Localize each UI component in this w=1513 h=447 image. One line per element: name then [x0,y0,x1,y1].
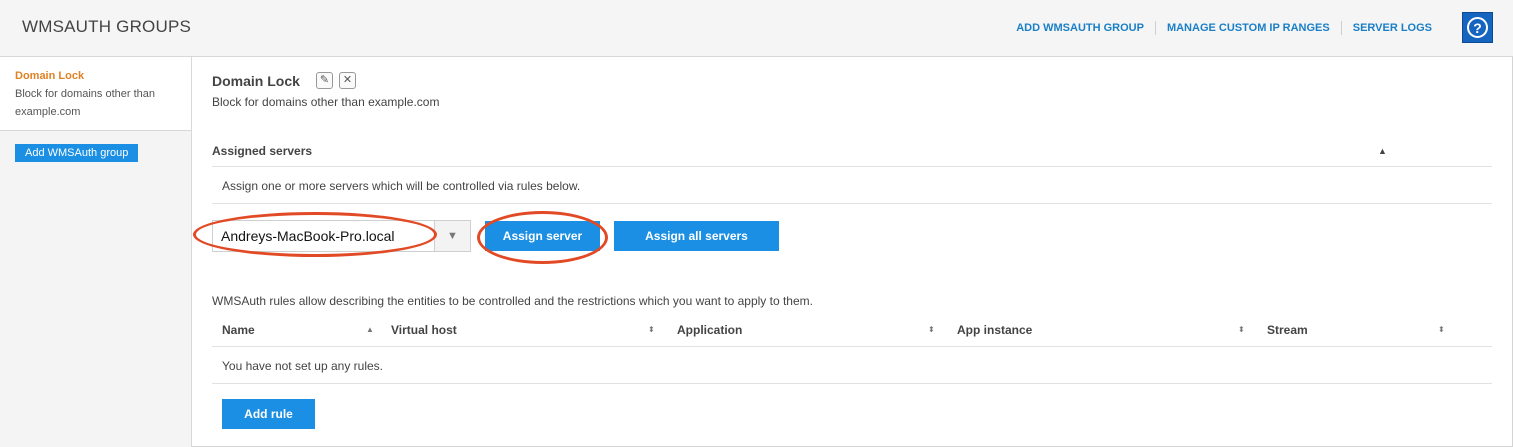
annotation-circle-assign-button [477,211,608,264]
top-header: WMSAUTH GROUPS ADD WMSAUTH GROUP MANAGE … [0,0,1513,57]
column-name[interactable]: Name [222,323,255,337]
rules-table-header: Name ▲ Virtual host ⬍ Application ⬍ App … [212,315,1492,347]
assigned-servers-title: Assigned servers [212,144,313,158]
sidebar-item-domain-lock[interactable]: Domain Lock Block for domains other than… [0,57,191,131]
sort-asc-icon[interactable]: ▲ [366,325,374,334]
page-title: WMSAUTH GROUPS [22,17,192,36]
rules-empty-message: You have not set up any rules. [212,347,1492,384]
sort-icon[interactable]: ⬍ [928,325,935,334]
help-icon: ? [1467,17,1488,38]
group-description: Block for domains other than example.com [212,95,440,109]
collapse-caret-icon[interactable]: ▲ [1378,146,1387,156]
sidebar-item-description: Block for domains other than example.com [15,88,156,118]
sort-icon[interactable]: ⬍ [1438,325,1445,334]
main-panel: Domain Lock ✎ ✕ Block for domains other … [192,57,1513,447]
manage-custom-ip-ranges-link[interactable]: MANAGE CUSTOM IP RANGES [1154,21,1341,35]
sidebar: Domain Lock Block for domains other than… [0,57,192,447]
sidebar-item-title: Domain Lock [15,70,85,82]
header-nav: ADD WMSAUTH GROUP MANAGE CUSTOM IP RANGE… [1005,21,1443,35]
assigned-servers-header[interactable]: Assigned servers ▲ [212,139,1492,167]
server-logs-link[interactable]: SERVER LOGS [1340,21,1443,35]
delete-icon[interactable]: ✕ [339,72,356,89]
add-wmsauth-group-link[interactable]: ADD WMSAUTH GROUP [1005,21,1155,35]
sort-icon[interactable]: ⬍ [1238,325,1245,334]
rules-description: WMSAuth rules allow describing the entit… [212,294,813,308]
column-virtual-host[interactable]: Virtual host [391,323,457,337]
chevron-down-icon[interactable]: ▼ [434,221,470,251]
edit-icon[interactable]: ✎ [316,72,333,89]
sort-icon[interactable]: ⬍ [648,325,655,334]
add-rule-button[interactable]: Add rule [222,399,315,429]
annotation-circle-server-select [193,212,437,257]
assign-all-servers-button[interactable]: Assign all servers [614,221,779,251]
help-button[interactable]: ? [1462,12,1493,43]
column-app-instance[interactable]: App instance [957,323,1032,337]
assigned-servers-description: Assign one or more servers which will be… [212,167,1492,204]
group-title: Domain Lock [212,73,300,89]
column-application[interactable]: Application [677,323,742,337]
add-wmsauth-group-button[interactable]: Add WMSAuth group [15,144,139,162]
column-stream[interactable]: Stream [1267,323,1308,337]
